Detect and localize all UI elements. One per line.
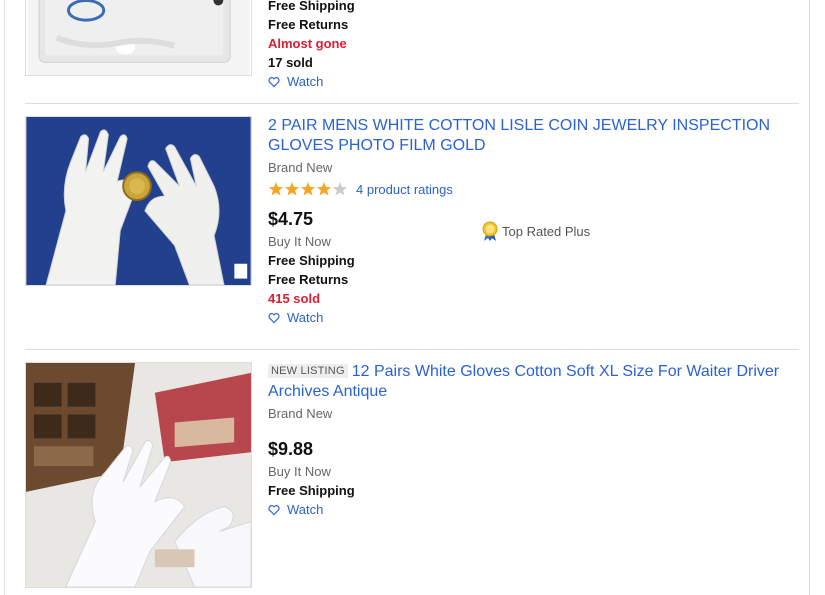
watch-button[interactable]: Watch [268,500,799,519]
listing-item: 2 PAIR MENS WHITE COTTON LISLE COIN JEWE… [25,116,799,344]
shipping-label: Free Shipping [268,483,355,498]
watch-label: Watch [287,74,324,89]
top-rated-badge: Top Rated Plus [479,220,590,242]
watch-button[interactable]: Watch [268,308,799,327]
gloves-with-coin-photo-icon [26,117,251,285]
star-icon [284,182,300,196]
item-info: 2 PAIR MENS WHITE COTTON LISLE COIN JEWE… [268,116,799,327]
star-icon [268,182,284,196]
star-rating[interactable] [268,181,348,197]
shipping-label: Free Shipping [268,0,355,13]
divider [25,349,799,350]
top-rated-label: Top Rated Plus [502,223,591,239]
item-title[interactable]: 2 PAIR MENS WHITE COTTON LISLE COIN JEWE… [268,116,799,156]
watch-button[interactable]: Watch [268,72,799,91]
item-price: $9.88 [268,439,314,459]
star-icon [316,182,332,196]
watch-label: Watch [287,502,324,517]
sold-count: 415 sold [268,291,321,306]
availability-label: Almost gone [268,36,347,51]
item-info: Free Shipping Free Returns Almost gone 1… [268,0,799,91]
listing-item: Free Shipping Free Returns Almost gone 1… [25,0,799,98]
heart-icon [268,76,280,87]
buy-format: Buy It Now [268,464,331,479]
item-image[interactable] [25,0,252,76]
item-title-text[interactable]: 2 PAIR MENS WHITE COTTON LISLE COIN JEWE… [268,117,770,154]
heart-icon [268,504,280,515]
gloves-bag-photo-icon [27,0,250,75]
top-rated-seal-icon [482,221,498,241]
item-info: NEW LISTING 12 Pairs White Gloves Cotton … [268,362,799,519]
item-image[interactable] [25,116,252,286]
condition-label: Brand New [268,406,333,421]
watch-label: Watch [287,310,324,325]
results-list: Free Shipping Free Returns Almost gone 1… [4,0,810,595]
rating-row: 4 product ratings [268,180,799,198]
new-listing-badge: NEW LISTING [268,364,348,378]
item-title[interactable]: NEW LISTING 12 Pairs White Gloves Cotton … [268,362,799,402]
condition-label: Brand New [268,160,333,175]
listing-item: NEW LISTING 12 Pairs White Gloves Cotton … [25,362,799,592]
ratings-link[interactable]: 4 product ratings [356,182,453,197]
gloves-with-box-photo-icon [26,363,251,587]
item-image[interactable] [25,362,252,588]
star-icon [332,182,348,196]
shipping-label: Free Shipping [268,253,355,268]
star-icon [300,182,316,196]
sold-count: 17 sold [268,55,313,70]
heart-icon [268,312,280,323]
returns-label: Free Returns [268,272,349,287]
divider [25,103,799,104]
returns-label: Free Returns [268,17,349,32]
